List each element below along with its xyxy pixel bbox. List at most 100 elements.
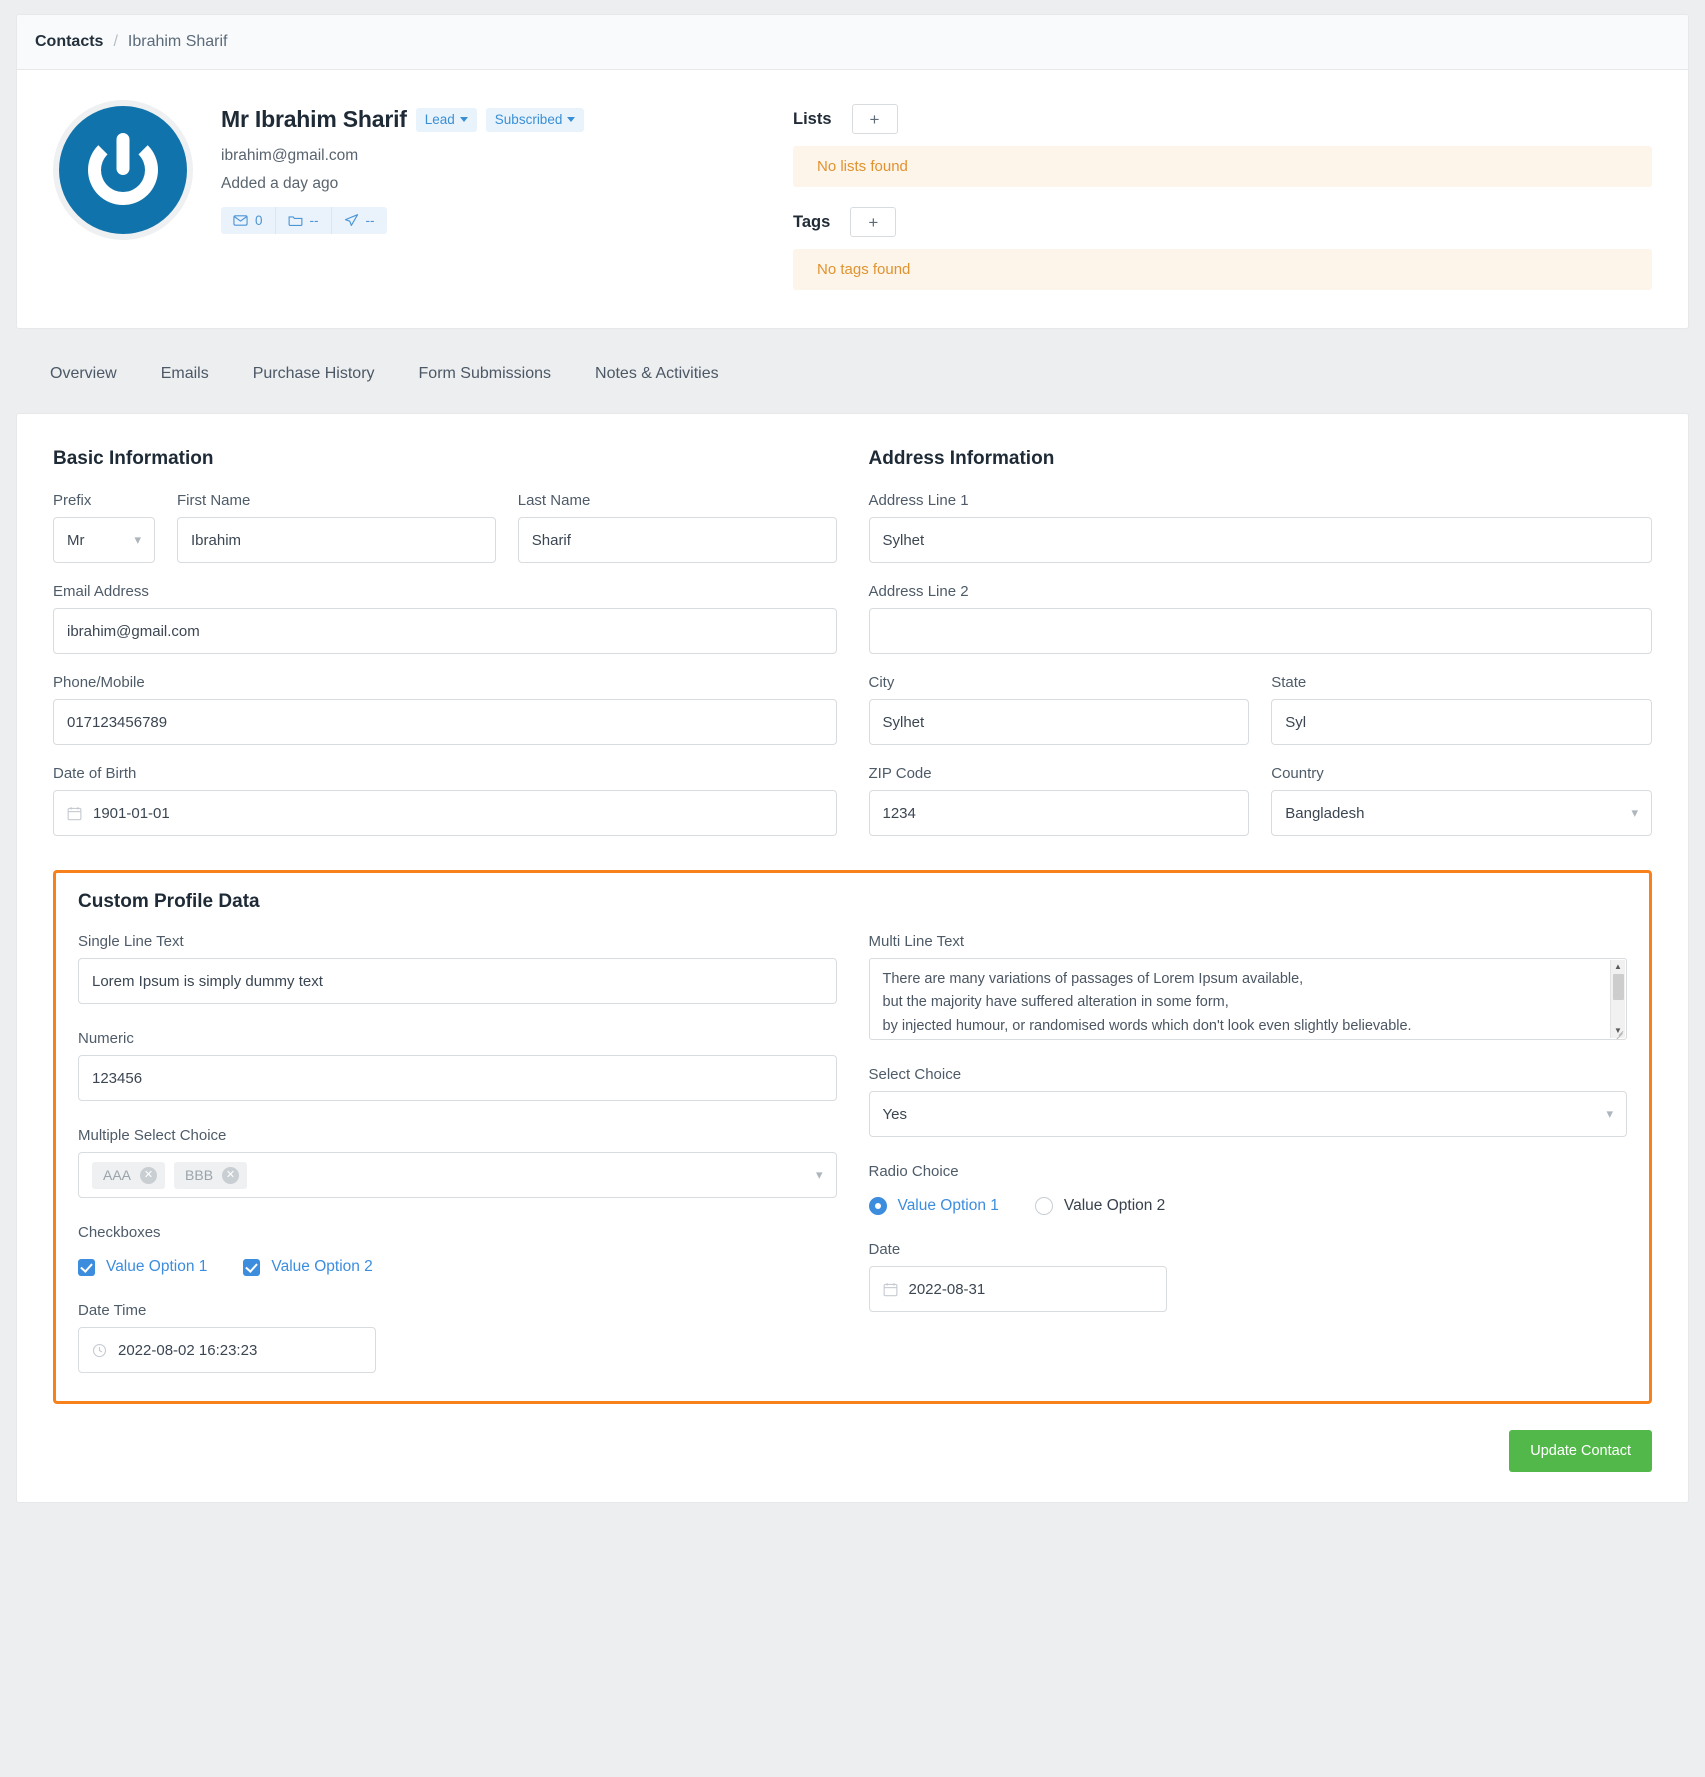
subscription-badge[interactable]: Subscribed xyxy=(485,107,585,132)
multi-line-textarea[interactable]: There are many variations of passages of… xyxy=(868,958,1627,1040)
address-line1-value: Sylhet xyxy=(882,531,925,549)
date-group: Date 2022-08-31 xyxy=(868,1241,1628,1312)
first-name-group: First Name Ibrahim xyxy=(177,492,496,563)
contact-header-card: Contacts / Ibrahim Sharif Mr Ibrahim Sha… xyxy=(16,14,1689,329)
checkbox-option-2[interactable]: Value Option 2 xyxy=(243,1258,373,1276)
zip-input[interactable]: 1234 xyxy=(868,790,1250,836)
chip[interactable]: BBB ✕ xyxy=(174,1161,248,1189)
address-line2-input[interactable] xyxy=(868,608,1652,654)
phone-value: 017123456789 xyxy=(67,713,168,731)
radio-option-2-label: Value Option 2 xyxy=(1063,1197,1166,1214)
tab-overview[interactable]: Overview xyxy=(28,359,139,389)
address-line1-input[interactable]: Sylhet xyxy=(868,517,1652,563)
breadcrumb-separator: / xyxy=(113,33,118,50)
prefix-group: Prefix Mr ▾ xyxy=(53,492,155,563)
state-input[interactable]: Syl xyxy=(1271,699,1652,745)
status-badge[interactable]: Lead xyxy=(415,107,477,132)
tab-form-submissions[interactable]: Form Submissions xyxy=(397,359,573,389)
date-label: Date xyxy=(868,1241,901,1258)
add-list-button[interactable]: + xyxy=(851,104,898,134)
resize-handle-icon[interactable] xyxy=(1612,1025,1626,1039)
address-line1-group: Address Line 1 Sylhet xyxy=(868,492,1652,563)
select-choice-select[interactable]: Yes ▾ xyxy=(868,1091,1627,1137)
scroll-up-icon[interactable]: ▲ xyxy=(1614,960,1622,974)
tab-purchase-history[interactable]: Purchase History xyxy=(231,359,397,389)
radio-option-1[interactable]: Value Option 1 xyxy=(868,1197,999,1215)
chip-label: BBB xyxy=(185,1167,214,1183)
last-name-value: Sharif xyxy=(531,531,571,549)
tags-header: Tags + xyxy=(793,207,1652,237)
multiple-select-input[interactable]: AAA ✕ BBB ✕ ▾ xyxy=(78,1152,837,1198)
stat-emails[interactable]: 0 xyxy=(221,207,276,234)
last-name-input[interactable]: Sharif xyxy=(517,517,837,563)
email-label: Email Address xyxy=(53,583,149,600)
selected-chips: AAA ✕ BBB ✕ xyxy=(92,1161,248,1189)
profile-info: Mr Ibrahim Sharif Lead Subscribed ibrahi… xyxy=(221,100,585,290)
zip-country-row: ZIP Code 1234 Country Bangladesh ▾ xyxy=(868,765,1652,836)
radio-option-2[interactable]: Value Option 2 xyxy=(1034,1197,1166,1215)
chip[interactable]: AAA ✕ xyxy=(92,1161,166,1189)
checkbox-checked-icon[interactable] xyxy=(78,1258,95,1276)
radio-choice-group: Radio Choice Value Option 1 Value Option… xyxy=(868,1163,1628,1215)
checkbox-option-1-label: Value Option 1 xyxy=(106,1258,208,1275)
stat-folders[interactable]: -- xyxy=(275,207,332,234)
stat-sent[interactable]: -- xyxy=(331,207,387,234)
numeric-input[interactable]: 123456 xyxy=(78,1055,837,1101)
page-root: Contacts / Ibrahim Sharif Mr Ibrahim Sha… xyxy=(0,0,1705,1503)
datetime-input[interactable]: 2022-08-02 16:23:23 xyxy=(78,1327,376,1373)
dob-group: Date of Birth 1901-01-01 xyxy=(53,765,837,836)
single-line-value: Lorem Ipsum is simply dummy text xyxy=(92,972,323,990)
checkboxes-label: Checkboxes xyxy=(78,1224,161,1241)
email-input[interactable]: ibrahim@gmail.com xyxy=(53,608,837,654)
last-name-group: Last Name Sharif xyxy=(517,492,837,563)
scrollbar-thumb[interactable] xyxy=(1613,974,1624,1000)
close-icon[interactable]: ✕ xyxy=(222,1166,240,1184)
status-badge-label: Lead xyxy=(424,111,455,127)
envelope-icon xyxy=(233,215,248,226)
radio-unselected-icon[interactable] xyxy=(1034,1197,1053,1215)
custom-right-column: Multi Line Text There are many variation… xyxy=(868,933,1628,1373)
stat-sent-value: -- xyxy=(365,213,375,228)
profile-left: Mr Ibrahim Sharif Lead Subscribed ibrahi… xyxy=(53,100,793,290)
tab-emails[interactable]: Emails xyxy=(139,359,231,389)
checkbox-checked-icon[interactable] xyxy=(243,1258,261,1276)
date-input[interactable]: 2022-08-31 xyxy=(868,1266,1167,1312)
last-name-label: Last Name xyxy=(517,492,591,509)
address-information-title: Address Information xyxy=(868,448,1055,469)
first-name-value: Ibrahim xyxy=(191,531,242,549)
multi-line-label: Multi Line Text xyxy=(868,933,965,950)
first-name-input[interactable]: Ibrahim xyxy=(177,517,496,563)
chevron-down-icon: ▾ xyxy=(815,1167,823,1182)
breadcrumb: Contacts / Ibrahim Sharif xyxy=(17,15,1688,70)
single-line-input[interactable]: Lorem Ipsum is simply dummy text xyxy=(78,958,837,1004)
country-select[interactable]: Bangladesh ▾ xyxy=(1271,790,1652,836)
checkbox-options: Value Option 1 Value Option 2 xyxy=(78,1249,837,1276)
breadcrumb-contacts-link[interactable]: Contacts xyxy=(35,33,103,51)
city-label: City xyxy=(868,674,895,691)
radio-selected-icon[interactable] xyxy=(868,1197,887,1215)
basic-information-title: Basic Information xyxy=(53,448,214,469)
contact-name: Mr Ibrahim Sharif xyxy=(221,106,407,132)
tags-title: Tags xyxy=(793,212,831,231)
dob-label: Date of Birth xyxy=(53,765,137,782)
select-choice-group: Select Choice Yes ▾ xyxy=(868,1066,1627,1137)
phone-input[interactable]: 017123456789 xyxy=(53,699,837,745)
calendar-icon xyxy=(67,806,82,821)
prefix-select[interactable]: Mr ▾ xyxy=(53,517,155,563)
stat-folders-value: -- xyxy=(309,213,319,228)
address-line1-label: Address Line 1 xyxy=(868,492,969,509)
city-input[interactable]: Sylhet xyxy=(868,699,1250,745)
contact-form-card: Basic Information Prefix Mr ▾ First Name… xyxy=(16,413,1689,1503)
checkboxes-group: Checkboxes Value Option 1 Value Option 2 xyxy=(78,1224,837,1276)
chip-label: AAA xyxy=(103,1167,132,1183)
update-contact-button[interactable]: Update Contact xyxy=(1509,1430,1652,1472)
tab-notes-activities[interactable]: Notes & Activities xyxy=(573,359,741,389)
chevron-down-icon xyxy=(567,116,576,122)
avatar xyxy=(53,100,193,240)
checkbox-option-1[interactable]: Value Option 1 xyxy=(78,1258,207,1276)
contact-added-date: Added a day ago xyxy=(221,175,339,192)
dob-input[interactable]: 1901-01-01 xyxy=(53,790,837,836)
address-line2-label: Address Line 2 xyxy=(868,583,969,600)
close-icon[interactable]: ✕ xyxy=(140,1166,158,1184)
add-tag-button[interactable]: + xyxy=(850,207,897,237)
